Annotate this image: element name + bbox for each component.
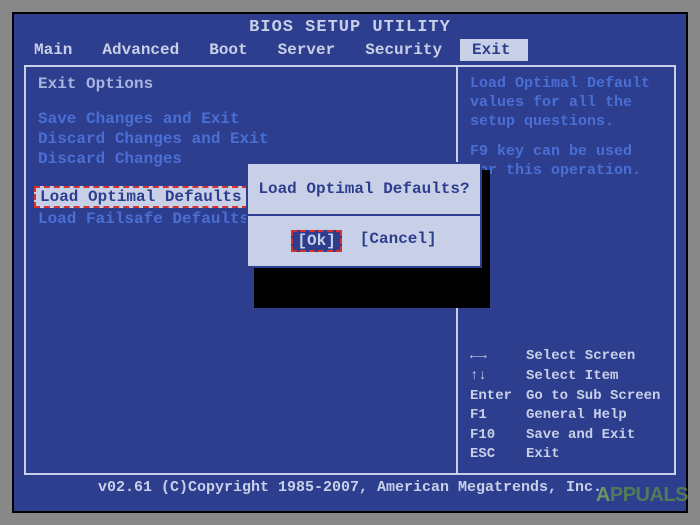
help-text-2: F9 key can be used for this operation. [470, 143, 662, 181]
menu-boot[interactable]: Boot [197, 39, 265, 61]
nav-desc-item: Select Item [526, 367, 618, 387]
menu-exit[interactable]: Exit [460, 39, 528, 61]
option-load-optimal[interactable]: Load Optimal Defaults [34, 186, 248, 208]
bios-screen: BIOS SETUP UTILITY Main Advanced Boot Se… [12, 12, 688, 513]
ok-button[interactable]: [Ok] [291, 230, 341, 252]
title-bar: BIOS SETUP UTILITY [14, 14, 686, 39]
footer: v02.61 (C)Copyright 1985-2007, American … [14, 475, 686, 496]
dialog-title: Load Optimal Defaults? [248, 164, 480, 214]
confirm-dialog: Load Optimal Defaults? [Ok] [Cancel] [246, 162, 482, 268]
menu-server[interactable]: Server [266, 39, 354, 61]
nav-key-enter: Enter [470, 387, 526, 407]
nav-key-ud: ↑↓ [470, 367, 526, 387]
nav-desc-help: General Help [526, 406, 627, 426]
nav-desc-sub: Go to Sub Screen [526, 387, 660, 407]
nav-desc-exit: Exit [526, 445, 560, 465]
right-panel: Load Optimal Default values for all the … [458, 65, 676, 475]
nav-desc-screen: Select Screen [526, 347, 635, 367]
menu-main[interactable]: Main [22, 39, 90, 61]
nav-key-f1: F1 [470, 406, 526, 426]
option-save-exit[interactable]: Save Changes and Exit [38, 109, 444, 129]
help-text-1: Load Optimal Default values for all the … [470, 75, 662, 131]
menu-bar: Main Advanced Boot Server Security Exit [14, 39, 686, 61]
section-title: Exit Options [38, 75, 444, 93]
watermark: AAPPUALSPPUALS [596, 484, 688, 507]
nav-help: ←→Select Screen ↑↓Select Item EnterGo to… [470, 347, 662, 465]
nav-desc-save: Save and Exit [526, 426, 635, 446]
option-discard-exit[interactable]: Discard Changes and Exit [38, 129, 444, 149]
menu-security[interactable]: Security [353, 39, 460, 61]
nav-key-lr: ←→ [470, 347, 526, 367]
menu-advanced[interactable]: Advanced [90, 39, 197, 61]
nav-key-f10: F10 [470, 426, 526, 446]
dialog-buttons: [Ok] [Cancel] [248, 216, 480, 266]
cancel-button[interactable]: [Cancel] [360, 230, 437, 252]
nav-key-esc: ESC [470, 445, 526, 465]
